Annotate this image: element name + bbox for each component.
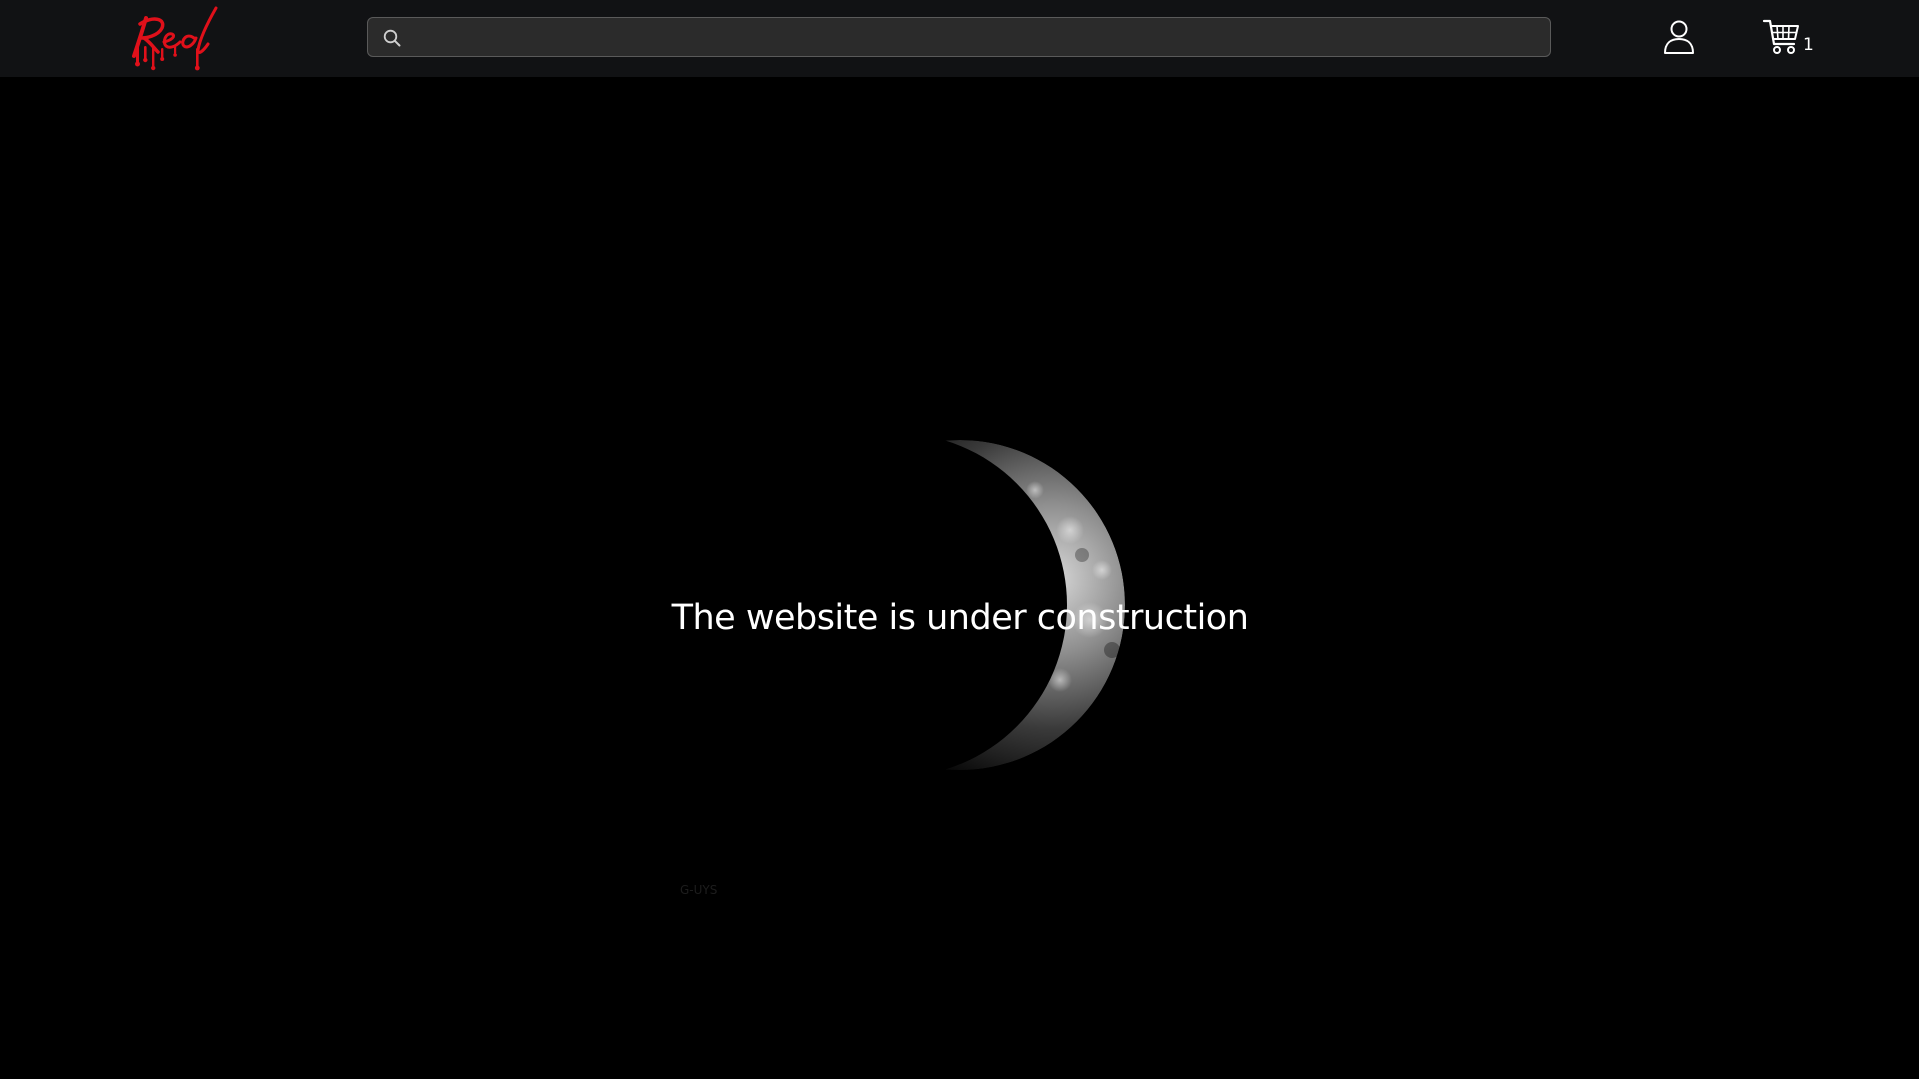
page: 1 The website is under construction G-UY… <box>0 0 1919 1079</box>
cart-count-badge: 1 <box>1803 35 1814 55</box>
search-bar[interactable] <box>367 17 1551 58</box>
brand-logo[interactable] <box>128 4 232 72</box>
red-logo-icon <box>132 6 218 71</box>
search-input[interactable] <box>414 18 1538 58</box>
account-button[interactable] <box>1661 18 1697 56</box>
user-icon <box>1664 20 1694 54</box>
watermark-text: G-UYS <box>680 883 718 897</box>
shopping-cart-icon <box>1762 19 1799 54</box>
under-construction-message: The website is under construction <box>671 598 1249 638</box>
search-icon[interactable] <box>382 28 402 48</box>
top-nav-bar: 1 <box>0 0 1919 77</box>
